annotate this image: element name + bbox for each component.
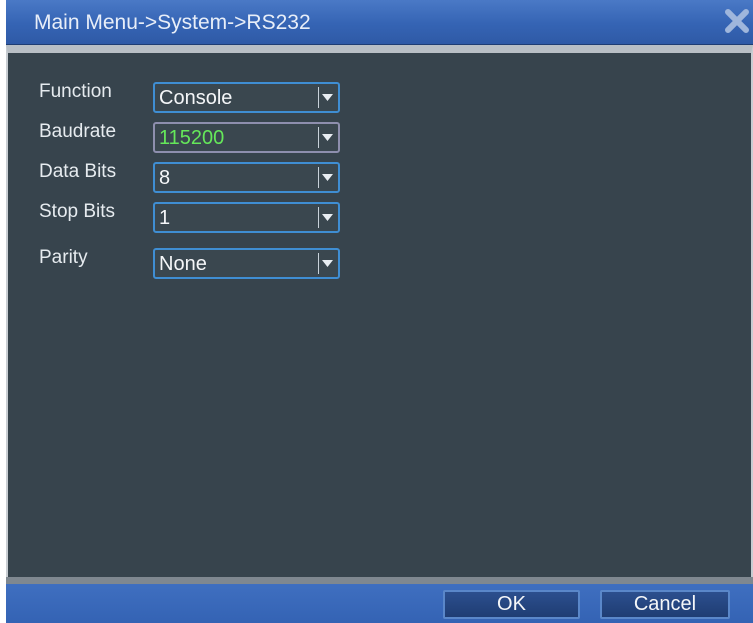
- stop-bits-value: 1: [159, 207, 171, 229]
- function-select[interactable]: Console: [153, 82, 340, 113]
- baudrate-label: Baudrate: [39, 121, 117, 142]
- parity-value: None: [159, 253, 207, 275]
- parity-select[interactable]: None: [153, 248, 340, 279]
- baudrate-value: 115200: [159, 127, 225, 149]
- title-bar: Main Menu->System->RS232: [6, 0, 753, 45]
- stop-bits-label: Stop Bits: [39, 201, 116, 222]
- chevron-down-icon: [318, 87, 336, 108]
- chevron-down-icon: [318, 127, 336, 148]
- data-bits-label: Data Bits: [39, 161, 117, 182]
- button-bar: OK Cancel: [6, 584, 753, 623]
- chevron-down-icon: [318, 253, 336, 274]
- chevron-down-icon: [318, 167, 336, 188]
- data-bits-value: 8: [159, 167, 171, 189]
- baudrate-select[interactable]: 115200: [153, 122, 340, 153]
- function-label: Function: [39, 81, 112, 102]
- data-bits-select[interactable]: 8: [153, 162, 340, 193]
- rs232-dialog: Main Menu->System->RS232 Function Consol…: [6, 0, 753, 623]
- window-title: Main Menu->System->RS232: [34, 11, 311, 34]
- settings-panel: Function Console Baudrate 115200 Data Bi…: [6, 45, 753, 577]
- close-icon[interactable]: [723, 7, 751, 35]
- stop-bits-select[interactable]: 1: [153, 202, 340, 233]
- ok-button[interactable]: OK: [443, 590, 580, 619]
- chevron-down-icon: [318, 207, 336, 228]
- cancel-button[interactable]: Cancel: [600, 590, 730, 619]
- footer: OK Cancel: [6, 577, 753, 623]
- function-value: Console: [159, 87, 233, 109]
- parity-label: Parity: [39, 247, 88, 268]
